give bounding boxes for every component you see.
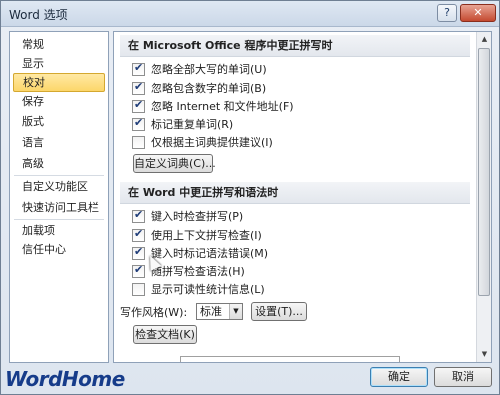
nav-divider xyxy=(14,219,104,220)
nav-item-language[interactable]: 语言 xyxy=(13,133,105,152)
option-label: 显示可读性统计信息(L) xyxy=(151,283,265,296)
option-label: 键入时检查拼写(P) xyxy=(151,210,244,223)
proofing-panel: 在 Microsoft Office 程序中更正拼写时 忽略全部大写的单词(U)… xyxy=(113,31,492,363)
partial-row xyxy=(120,354,480,362)
nav-divider xyxy=(14,175,104,176)
checkbox[interactable] xyxy=(132,61,145,76)
checkbox[interactable] xyxy=(132,283,145,296)
recheck-document-button[interactable]: 检查文档(K) xyxy=(133,325,197,344)
option-label: 忽略 Internet 和文件地址(F) xyxy=(151,100,294,113)
nav-item-advanced[interactable]: 高级 xyxy=(13,154,105,173)
nav-item-display[interactable]: 显示 xyxy=(13,54,105,73)
word-options-dialog: Word 选项 ? ✕ 常规 显示 校对 保存 版式 语言 高级 自定义功能区 … xyxy=(0,0,500,395)
nav-item-layout[interactable]: 版式 xyxy=(13,112,105,131)
writing-style-select[interactable]: 标准 ▼ xyxy=(196,303,243,320)
checkbox[interactable] xyxy=(132,227,145,242)
partial-field xyxy=(180,356,400,362)
checkbox[interactable] xyxy=(132,80,145,95)
checkbox[interactable] xyxy=(132,116,145,131)
option-label: 随拼写检查语法(H) xyxy=(151,265,245,278)
scrollbar-thumb[interactable] xyxy=(478,48,490,296)
option-label: 使用上下文拼写检查(I) xyxy=(151,229,262,242)
options-nav: 常规 显示 校对 保存 版式 语言 高级 自定义功能区 快速访问工具栏 加载项 … xyxy=(9,31,109,363)
nav-item-quick-access-toolbar[interactable]: 快速访问工具栏 xyxy=(13,198,105,217)
window-title: Word 选项 xyxy=(9,8,68,22)
vertical-scrollbar[interactable]: ▲ ▼ xyxy=(476,32,491,362)
checkbox[interactable] xyxy=(132,263,145,278)
dropdown-arrow-icon[interactable]: ▼ xyxy=(229,304,242,319)
nav-item-trust-center[interactable]: 信任中心 xyxy=(13,240,105,259)
checkbox[interactable] xyxy=(132,98,145,113)
title-bar: Word 选项 ? ✕ xyxy=(1,1,499,27)
writing-style-label: 写作风格(W): xyxy=(120,306,188,319)
nav-item-proofing[interactable]: 校对 xyxy=(13,73,105,92)
checkbox[interactable] xyxy=(132,245,145,260)
custom-dictionaries-button[interactable]: 自定义词典(C)... xyxy=(133,154,216,173)
writing-style-value: 标准 xyxy=(200,305,222,318)
nav-item-add-ins[interactable]: 加载项 xyxy=(13,221,105,240)
watermark-logo: WordHome xyxy=(5,367,125,391)
scroll-up-icon[interactable]: ▲ xyxy=(478,32,491,46)
option-label: 忽略包含数字的单词(B) xyxy=(151,82,267,95)
option-label: 标记重复单词(R) xyxy=(151,118,234,131)
option-label: 仅根据主词典提供建议(I) xyxy=(151,136,273,149)
nav-item-customize-ribbon[interactable]: 自定义功能区 xyxy=(13,177,105,196)
ok-button[interactable]: 确定 xyxy=(370,367,428,387)
office-section-header: 在 Microsoft Office 程序中更正拼写时 xyxy=(120,35,470,57)
help-button[interactable]: ? xyxy=(437,4,457,22)
cancel-button[interactable]: 取消 xyxy=(434,367,492,387)
nav-item-general[interactable]: 常规 xyxy=(13,35,105,54)
word-section-header: 在 Word 中更正拼写和语法时 xyxy=(120,182,470,204)
option-label: 键入时标记语法错误(M) xyxy=(151,247,269,260)
option-label: 忽略全部大写的单词(U) xyxy=(151,63,267,76)
grammar-settings-button[interactable]: 设置(T)... xyxy=(251,302,307,321)
checkbox[interactable] xyxy=(132,208,145,223)
checkbox[interactable] xyxy=(132,136,145,149)
nav-item-save[interactable]: 保存 xyxy=(13,92,105,111)
scroll-down-icon[interactable]: ▼ xyxy=(478,347,491,361)
close-button[interactable]: ✕ xyxy=(460,4,496,22)
